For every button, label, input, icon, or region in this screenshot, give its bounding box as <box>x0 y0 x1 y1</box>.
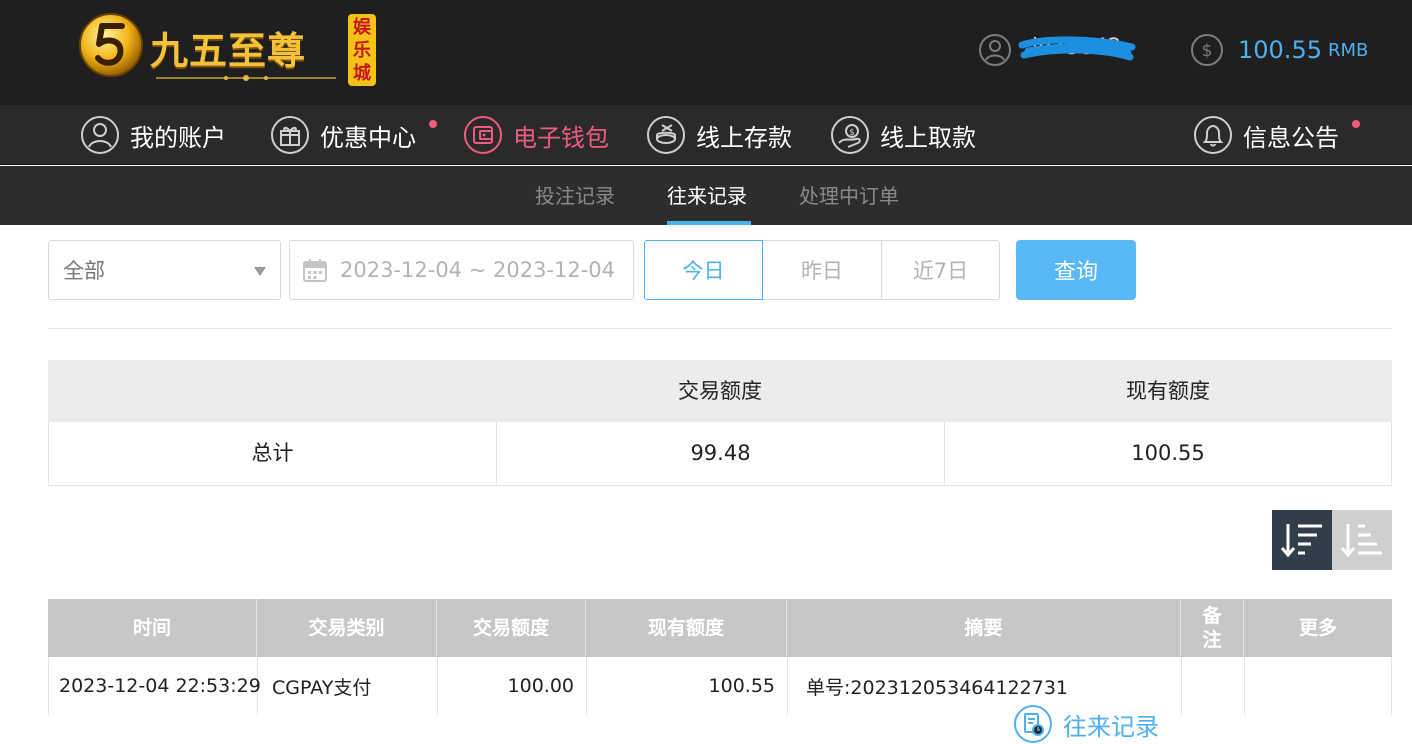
nav-item-e-wallet[interactable]: 电子钱包 <box>463 115 609 155</box>
user-info[interactable]: lo75842 <box>978 30 1136 70</box>
user-circle-icon <box>81 116 119 154</box>
summary-table: 交易额度 现有额度 总计 99.48 100.55 <box>48 360 1392 486</box>
nav-label: 电子钱包 <box>513 123 609 152</box>
nav-item-online-deposit[interactable]: 线上存款 <box>646 115 792 155</box>
chevron-down-icon <box>254 267 266 276</box>
type-select-value: 全部 <box>63 259 105 283</box>
sort-ascending-icon <box>1340 524 1382 558</box>
tab-transaction-records[interactable]: 往来记录 <box>667 180 747 209</box>
username: lo75842 <box>1018 33 1136 67</box>
search-button[interactable]: 查询 <box>1016 240 1136 300</box>
tab-pending-orders[interactable]: 处理中订单 <box>799 180 899 209</box>
withdraw-icon: $ <box>831 116 869 154</box>
nav-label: 我的账户 <box>130 123 226 152</box>
logo-mark-icon <box>79 13 143 77</box>
cell-summary: 单号:2023120534641227​31 <box>788 657 1182 715</box>
redaction-scribble <box>1018 36 1136 61</box>
brand-tag: 娱乐城 <box>348 14 376 86</box>
balance-display: $ 100.55 RMB <box>1190 30 1368 70</box>
nav-item-promotions[interactable]: 优惠中心 <box>270 115 416 155</box>
date-range-input[interactable]: 2023-12-04 ~ 2023-12-04 <box>289 240 634 300</box>
last-7-days-button[interactable]: 近7日 <box>881 240 1000 300</box>
summary-total-balance: 100.55 <box>1131 441 1205 465</box>
balance-currency: RMB <box>1327 39 1369 61</box>
brand-logo[interactable]: 九五至尊 娱乐城 <box>78 8 378 88</box>
nav-item-online-withdraw[interactable]: $ 线上取款 <box>830 115 976 155</box>
divider <box>48 328 1392 329</box>
wallet-icon <box>464 116 502 154</box>
balance-amount: 100.55 <box>1238 36 1322 64</box>
summary-header-balance: 现有额度 <box>1126 379 1210 403</box>
dollar-coin-icon: $ <box>1191 34 1223 66</box>
deposit-icon <box>647 116 685 154</box>
col-balance: 现有额度 <box>586 599 787 657</box>
today-button[interactable]: 今日 <box>644 240 763 300</box>
tab-bet-records[interactable]: 投注记录 <box>535 180 615 209</box>
brand-name: 九五至尊 <box>150 28 307 73</box>
col-amount: 交易额度 <box>437 599 586 657</box>
notification-dot <box>429 120 437 128</box>
nav-label: 信息公告 <box>1243 123 1339 152</box>
logo-ornament <box>156 75 336 81</box>
nav-label: 优惠中心 <box>320 123 416 152</box>
user-icon <box>979 34 1011 66</box>
records-header: 时间 交易类别 交易额度 现有额度 摘要 备注 更多 <box>48 599 1392 657</box>
summary-total-label: 总计 <box>251 441 294 465</box>
col-type: 交易类别 <box>257 599 437 657</box>
sort-descending-icon <box>1280 524 1322 558</box>
main-nav: 我的账户 优惠中心 电子钱包 线上存款 $ 线上取款 往来记录 信息公告 <box>0 105 1412 743</box>
col-summary: 摘要 <box>787 599 1181 657</box>
type-select[interactable]: 全部 <box>48 240 281 300</box>
yesterday-button[interactable]: 昨日 <box>763 240 882 300</box>
cell-amount: 100.00 <box>438 657 587 715</box>
bell-icon <box>1194 116 1232 154</box>
cell-remark <box>1182 657 1245 715</box>
sort-descending-button[interactable] <box>1272 510 1332 570</box>
nav-item-announcements[interactable]: 信息公告 <box>1193 115 1339 155</box>
cell-type: CGPAY支付 <box>258 657 438 715</box>
svg-text:$: $ <box>849 128 855 138</box>
cell-balance: 100.55 <box>587 657 788 715</box>
table-row: 2023-12-04 22:53:29 CGPAY支付 100.00 100.5… <box>48 657 1392 715</box>
col-time: 时间 <box>48 599 257 657</box>
summary-header-label <box>48 360 496 422</box>
summary-row: 总计 99.48 100.55 <box>48 422 1392 486</box>
nav-label: 线上取款 <box>880 123 976 152</box>
date-range-value: 2023-12-04 ~ 2023-12-04 <box>340 258 616 282</box>
svg-text:$: $ <box>1202 41 1213 61</box>
sort-ascending-button[interactable] <box>1332 510 1392 570</box>
calendar-icon <box>303 259 327 282</box>
col-remark: 备注 <box>1181 599 1244 657</box>
notification-dot <box>1352 120 1360 128</box>
summary-header-transaction: 交易额度 <box>678 379 762 403</box>
col-more: 更多 <box>1298 617 1337 639</box>
nav-item-my-account[interactable]: 我的账户 <box>80 115 226 155</box>
summary-header: 交易额度 现有额度 <box>48 360 1392 422</box>
nav-label: 线上存款 <box>696 123 792 152</box>
cell-time: 2023-12-04 22:53:29 <box>49 657 261 715</box>
active-tab-indicator <box>667 221 751 225</box>
cell-more[interactable] <box>1245 657 1392 715</box>
summary-total-transaction: 99.48 <box>690 441 751 465</box>
top-header: 九五至尊 娱乐城 lo75842 $ 100.55 RMB <box>0 0 1412 105</box>
gift-icon <box>271 116 309 154</box>
sub-nav: 投注记录 往来记录 处理中订单 <box>0 166 1412 225</box>
